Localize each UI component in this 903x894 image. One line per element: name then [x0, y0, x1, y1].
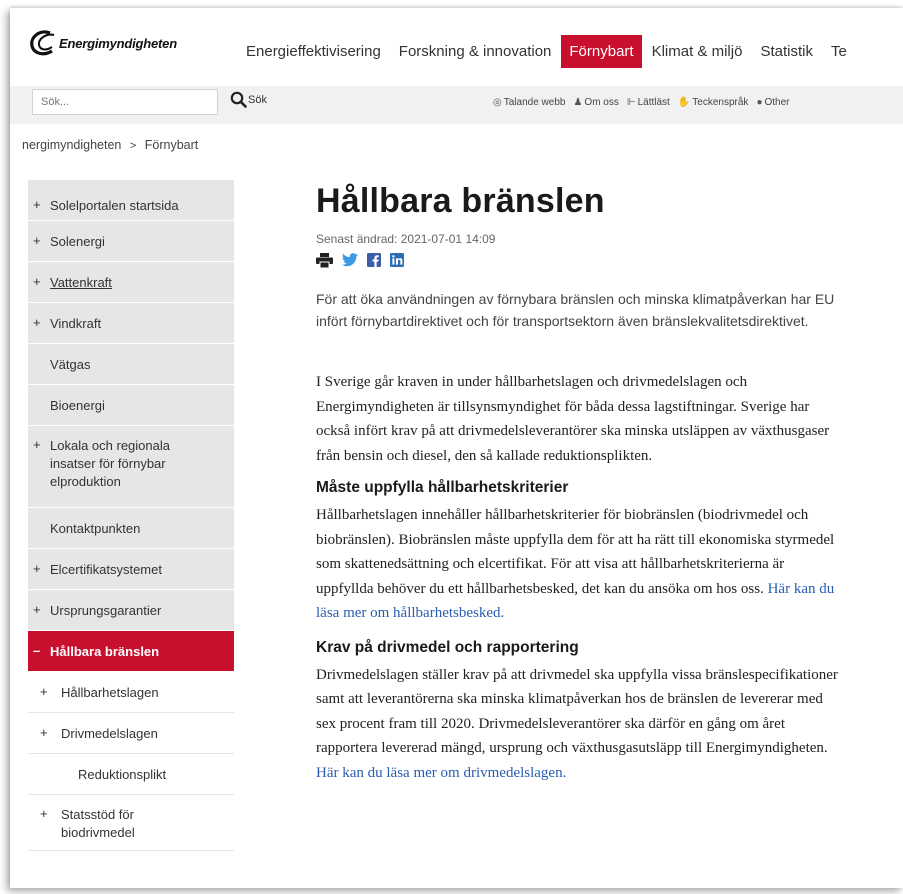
expand-icon: + [33, 437, 41, 452]
sidebar-item-solenergi[interactable]: + Solenergi [28, 221, 234, 262]
search-bar: Sök ◎ Talande webb ♟ Om oss ⊩ Lättläst ✋… [10, 86, 903, 124]
sidebar-subitem-drivmedelslagen[interactable]: + Drivmedelslagen [28, 713, 234, 754]
breadcrumb-separator: > [129, 140, 137, 152]
expand-icon: + [33, 274, 41, 289]
speech-bubble-icon: ● [756, 97, 763, 108]
body-paragraph: Hållbarhetslagen innehåller hållbarhetsk… [316, 503, 841, 626]
share-bar [316, 251, 841, 269]
sidebar-item-label: Solenergi [50, 234, 105, 249]
search-icon [230, 91, 247, 108]
person-icon: ♟ [573, 97, 583, 108]
logo-text: Energimyndigheten [59, 35, 177, 51]
expand-icon: + [40, 684, 48, 699]
menu-item-fornybart[interactable]: Förnybart [561, 35, 642, 68]
sidebar: + Solelportalen startsida + Solenergi + … [28, 180, 234, 851]
util-label: Teckenspråk [692, 97, 749, 108]
sidebar-subitem-statsstod[interactable]: + Statsstöd för biodrivmedel [28, 795, 234, 851]
util-teckensprak[interactable]: ✋ Teckenspråk [678, 97, 749, 108]
menu-item-forskning[interactable]: Forskning & innovation [391, 35, 560, 68]
util-talande-webb[interactable]: ◎ Talande webb [493, 97, 565, 108]
search-input[interactable] [32, 89, 218, 115]
util-om-oss[interactable]: ♟ Om oss [573, 97, 618, 108]
page-title: Hållbara bränslen [316, 182, 605, 220]
sidebar-item-label: Bioenergi [50, 398, 105, 413]
intro-text: För att öka användningen av förnybara br… [316, 291, 835, 329]
sidebar-item-solelportalen[interactable]: + Solelportalen startsida [28, 180, 234, 221]
sidebar-item-label: Elcertifikatsystemet [50, 562, 162, 577]
sidebar-subitem-hallbarhetslagen[interactable]: + Hållbarhetslagen [28, 672, 234, 713]
sidebar-item-label: Hållbara bränslen [50, 644, 160, 659]
menu-item-statistik[interactable]: Statistik [752, 35, 821, 68]
sidebar-item-vattenkraft[interactable]: + Vattenkraft [28, 262, 234, 303]
sidebar-item-label: Drivmedelslagen [61, 726, 158, 741]
sidebar-item-label: Ursprungsgarantier [50, 603, 162, 618]
drivmedelslagen-link[interactable]: Här kan du läsa mer om drivmedelslagen. [316, 765, 566, 781]
section-heading: Krav på drivmedel och rapportering [316, 638, 579, 656]
paragraph-text: Hållbarhetslagen innehåller hållbarhetsk… [316, 507, 835, 597]
print-icon[interactable] [316, 252, 333, 268]
top-navigation: Energimyndigheten Energieffektivisering … [10, 8, 903, 86]
sidebar-item-label: Vattenkraft [50, 275, 112, 290]
util-label: Talande webb [503, 97, 566, 108]
util-label: Om oss [584, 97, 619, 108]
sidebar-item-label: Lokala och regionala insatser för förnyb… [50, 438, 170, 489]
breadcrumb: nergimyndigheten > Förnybart [22, 138, 198, 152]
browser-page: Energimyndigheten Energieffektivisering … [10, 8, 903, 888]
expand-icon: + [33, 233, 41, 248]
sidebar-item-bioenergi[interactable]: Bioenergi [28, 385, 234, 426]
util-lattlast[interactable]: ⊩ Lättläst [627, 97, 670, 108]
expand-icon: + [33, 602, 41, 617]
sidebar-item-ursprungsgarantier[interactable]: + Ursprungsgarantier [28, 590, 234, 631]
sidebar-item-label: Hållbarhetslagen [61, 685, 159, 700]
logo[interactable]: Energimyndigheten [28, 28, 177, 58]
logo-swoosh-icon [30, 30, 55, 56]
main-menu: Energieffektivisering Forskning & innova… [238, 35, 857, 68]
twitter-icon[interactable] [342, 253, 358, 267]
sidebar-item-vatgas[interactable]: Vätgas [28, 344, 234, 385]
util-label: Lättläst [637, 97, 670, 108]
sidebar-item-label: Reduktionsplikt [78, 767, 167, 782]
speaker-icon: ◎ [493, 97, 502, 108]
utility-links: ◎ Talande webb ♟ Om oss ⊩ Lättläst ✋ Tec… [493, 97, 798, 108]
util-label: Other [764, 97, 790, 108]
sidebar-subitem-reduktionsplikt[interactable]: Reduktionsplikt [28, 754, 234, 795]
sidebar-item-label: Kontaktpunkten [50, 521, 141, 536]
sidebar-item-label: Vätgas [50, 357, 91, 372]
sidebar-item-kontaktpunkten[interactable]: Kontaktpunkten [28, 508, 234, 549]
paragraph-text: Drivmedelslagen ställer krav på att driv… [316, 666, 838, 757]
sidebar-item-hallbara-branslen[interactable]: – Hållbara bränslen [28, 631, 234, 672]
expand-icon: + [33, 315, 41, 330]
breadcrumb-home[interactable]: nergimyndigheten [22, 138, 121, 152]
menu-item-klimat[interactable]: Klimat & miljö [644, 35, 751, 68]
collapse-icon: – [33, 643, 41, 658]
section-heading: Måste uppfylla hållbarhetskriterier [316, 479, 569, 496]
sign-language-icon: ✋ [677, 97, 691, 108]
sidebar-item-vindkraft[interactable]: + Vindkraft [28, 303, 234, 344]
breadcrumb-current[interactable]: Förnybart [145, 138, 199, 152]
body-paragraph: Drivmedelslagen ställer krav på att driv… [316, 663, 841, 786]
sidebar-item-label: Solelportalen startsida [50, 198, 179, 213]
facebook-icon[interactable] [367, 253, 381, 267]
expand-icon: + [40, 725, 48, 740]
sidebar-item-label: Vindkraft [50, 316, 102, 331]
main-content: Hållbara bränslen Senast ändrad: 2021-07… [316, 180, 841, 785]
expand-icon: + [33, 197, 41, 212]
menu-item-truncated[interactable]: Te [823, 35, 855, 68]
sidebar-item-lokala[interactable]: + Lokala och regionala insatser för förn… [28, 426, 234, 508]
expand-icon: + [40, 806, 48, 821]
search-button[interactable]: Sök [230, 91, 267, 108]
menu-item-energieffektivisering[interactable]: Energieffektivisering [238, 35, 389, 68]
body-paragraph: I Sverige går kraven in under hållbarhet… [316, 374, 830, 464]
expand-icon: + [33, 561, 41, 576]
util-other[interactable]: ● Other [756, 97, 789, 108]
search-button-label: Sök [248, 93, 267, 106]
last-updated: Senast ändrad: 2021-07-01 14:09 [316, 232, 496, 246]
linkedin-icon[interactable] [390, 253, 404, 267]
sidebar-item-elcertifikat[interactable]: + Elcertifikatsystemet [28, 549, 234, 590]
easy-read-icon: ⊩ [626, 97, 636, 108]
